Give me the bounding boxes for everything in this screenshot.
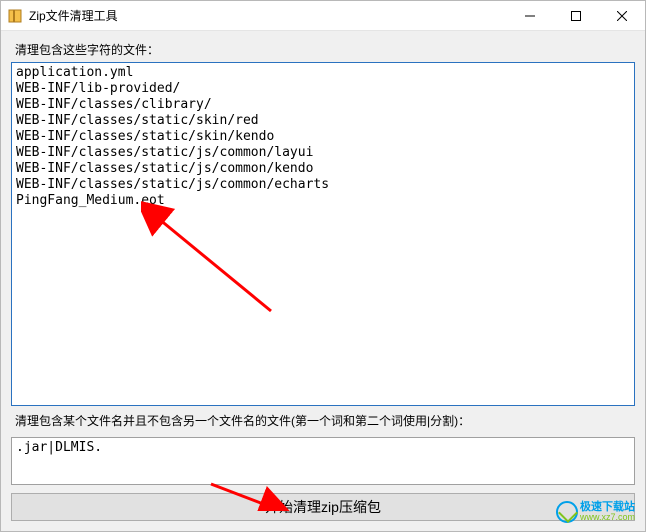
start-clean-button-label: 开始清理zip压缩包 [265,497,381,517]
section1-label: 清理包含这些字符的文件： [15,41,635,58]
include-exclude-textbox[interactable] [12,438,634,484]
filter-chars-textbox-wrap [11,62,635,406]
app-window: Zip文件清理工具 清理包含这些字符的文件： 清理包含某个文件名并且不包含另一个… [0,0,646,532]
app-icon [7,8,23,24]
filter-chars-textbox[interactable] [12,63,634,405]
section2-label: 清理包含某个文件名并且不包含另一个文件名的文件(第一个词和第二个词使用|分割)： [15,412,635,429]
client-area: 清理包含这些字符的文件： 清理包含某个文件名并且不包含另一个文件名的文件(第一个… [1,31,645,531]
window-title: Zip文件清理工具 [29,7,507,24]
start-clean-button[interactable]: 开始清理zip压缩包 [11,493,635,521]
minimize-button[interactable] [507,1,553,30]
include-exclude-textbox-wrap [11,437,635,485]
titlebar: Zip文件清理工具 [1,1,645,31]
window-controls [507,1,645,30]
close-button[interactable] [599,1,645,30]
maximize-button[interactable] [553,1,599,30]
